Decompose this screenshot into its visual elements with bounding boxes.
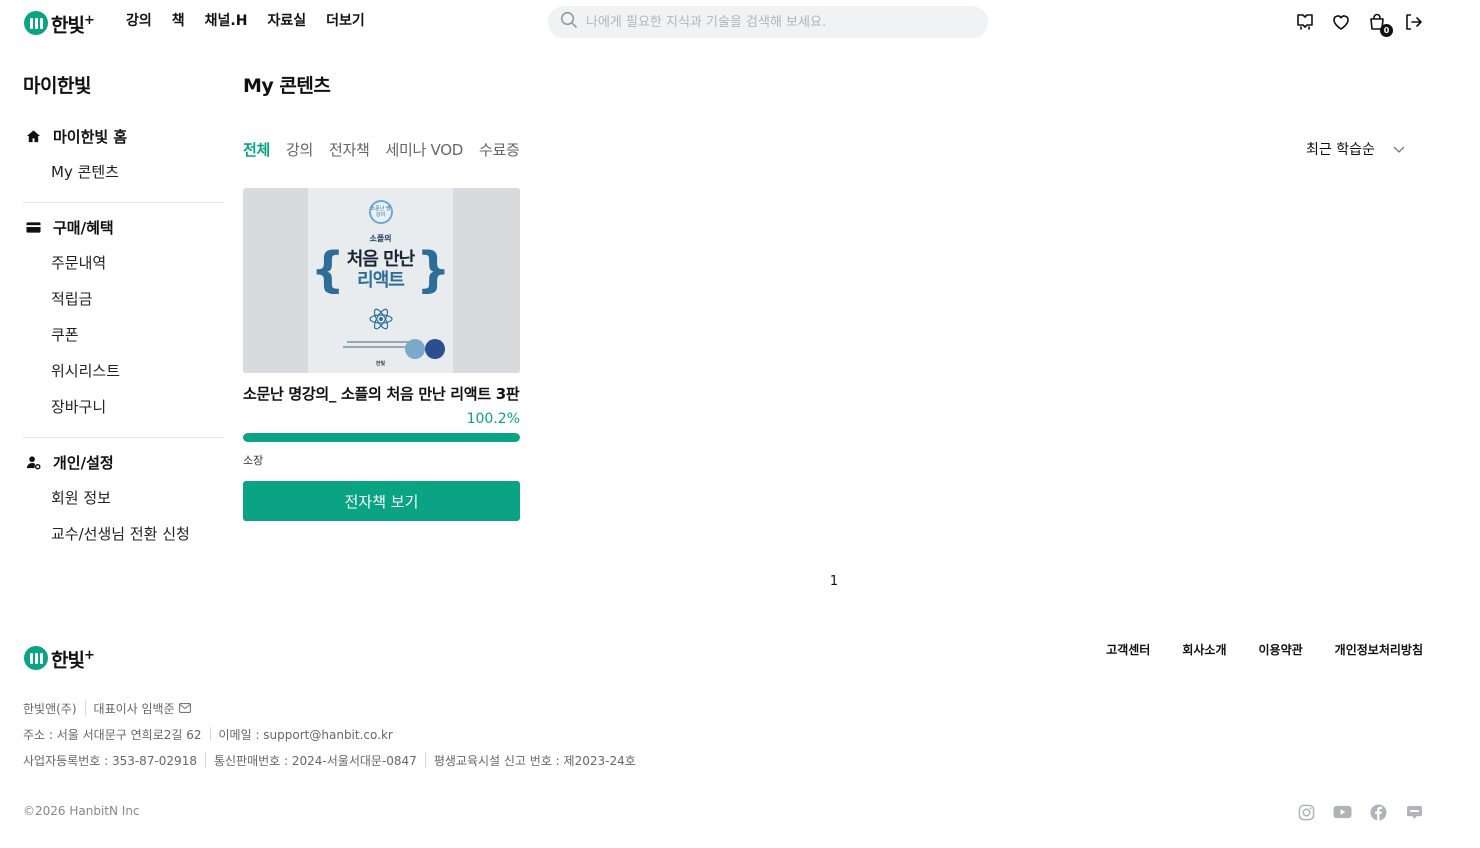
view-ebook-button[interactable]: 전자책 보기	[243, 481, 520, 521]
company-email: 이메일 : support@hanbit.co.kr	[218, 727, 393, 742]
sidebar-head-label: 개인/설정	[53, 453, 114, 472]
sidebar-head-label: 마이한빛 홈	[53, 127, 128, 146]
footer-link-privacy[interactable]: 개인정보처리방침	[1335, 640, 1423, 660]
logout-icon[interactable]	[1403, 12, 1423, 32]
progress-bar-fill	[243, 433, 520, 442]
chevron-down-icon	[1393, 138, 1405, 162]
blog-icon[interactable]	[1404, 802, 1424, 822]
instagram-icon[interactable]	[1296, 802, 1316, 822]
footer-link-company[interactable]: 회사소개	[1182, 640, 1226, 660]
cover-title-line1: 처음 만난	[346, 249, 416, 270]
search-bar[interactable]	[548, 6, 988, 38]
sort-dropdown[interactable]: 최근 학습순	[1306, 138, 1405, 162]
home-icon	[25, 128, 41, 144]
progress-bar	[243, 433, 520, 442]
company-address: 주소 : 서울 서대문구 연희로2길 62	[23, 727, 202, 742]
logo-text: 한빛+	[51, 13, 95, 37]
sidebar-item-teacher-request[interactable]: 교수/선생님 전환 신청	[23, 522, 223, 546]
sidebar-head-home[interactable]: 마이한빛 홈	[23, 124, 223, 148]
book-cover: 소문난 명강의 소플의 { 처음 만난 리액트 } 한빛	[308, 188, 453, 373]
cover-title-block: { 처음 만난 리액트 }	[311, 246, 451, 294]
content-tabs: 전체 강의 전자책 세미나 VOD 수료증	[243, 138, 520, 162]
mypage-sidebar: 마이한빛 마이한빛 홈 My 콘텐츠 구매/혜택 주문내역 적립금 쿠폰 위시리…	[23, 72, 223, 576]
my-learning-icon[interactable]	[1295, 12, 1315, 32]
nav-item-resources[interactable]: 자료실	[267, 11, 306, 31]
ownership-status: 소장	[243, 454, 264, 467]
sidebar-group-home: 마이한빛 홈 My 콘텐츠	[23, 124, 223, 203]
sort-label: 최근 학습순	[1306, 142, 1375, 158]
sidebar-group-settings: 개인/설정 회원 정보 교수/선생님 전환 신청	[23, 450, 223, 564]
mail-order-number: 통신판매번호 : 2024-서울서대문-0847	[213, 753, 417, 768]
tab-seminar-vod[interactable]: 세미나 VOD	[386, 138, 464, 162]
footer-logo-text: 한빛+	[51, 648, 95, 672]
footer-link-terms[interactable]: 이용약관	[1259, 640, 1303, 660]
search-icon[interactable]	[560, 11, 578, 33]
sidebar-item-cart[interactable]: 장바구니	[23, 395, 223, 419]
sidebar-title: 마이한빛	[23, 75, 91, 97]
content-card: 소문난 명강의 소플의 { 처음 만난 리액트 } 한빛 소문난 명강의_ 소플…	[243, 188, 520, 521]
top-header: 한빛+ 강의 책 채널.H 자료실 더보기 0	[0, 0, 1480, 44]
mail-icon[interactable]	[178, 703, 191, 713]
sidebar-item-wishlist[interactable]: 위시리스트	[23, 359, 223, 383]
user-gear-icon	[25, 454, 41, 470]
sidebar-item-coupons[interactable]: 쿠폰	[23, 323, 223, 347]
cover-badge: 소문난 명강의	[368, 200, 393, 224]
react-atom-icon	[368, 308, 394, 334]
sidebar-head-settings[interactable]: 개인/설정	[23, 450, 223, 474]
company-name: 한빛앤(주)	[23, 701, 77, 716]
page-title: My 콘텐츠	[243, 75, 331, 97]
cart-icon[interactable]: 0	[1367, 12, 1393, 37]
cover-title-lines: 처음 만난 리액트	[346, 249, 416, 291]
ceo-name: 대표이사 임백준	[93, 701, 175, 716]
footer-links: 고객센터 회사소개 이용약관 개인정보처리방침	[1106, 640, 1423, 660]
copyright: ©2026 HanbitN Inc	[23, 804, 140, 818]
business-number: 사업자등록번호 : 353-87-02918	[23, 753, 197, 768]
tab-certificates[interactable]: 수료증	[479, 138, 520, 162]
cover-title-line2: 리액트	[357, 270, 405, 291]
book-title[interactable]: 소문난 명강의_ 소플의 처음 만난 리액트 3판	[243, 382, 520, 406]
tab-all[interactable]: 전체	[243, 138, 270, 162]
footer-link-customer-center[interactable]: 고객센터	[1106, 640, 1150, 660]
main-nav: 강의 책 채널.H 자료실 더보기	[126, 11, 365, 31]
search-input[interactable]	[586, 14, 966, 30]
logo-mark-icon	[24, 11, 48, 36]
cover-sticker-2-icon	[425, 339, 445, 359]
sidebar-head-label: 구매/혜택	[53, 218, 114, 237]
card-icon	[25, 219, 41, 235]
nav-item-books[interactable]: 책	[172, 11, 185, 31]
footer-company-info: 한빛앤(주) 대표이사 임백준 주소 : 서울 서대문구 연희로2길 62 이메…	[23, 698, 636, 776]
tab-ebooks[interactable]: 전자책	[329, 138, 370, 162]
education-facility-number: 평생교육시설 신고 번호 : 제2023-24호	[433, 753, 636, 768]
facebook-icon[interactable]	[1368, 802, 1388, 822]
sidebar-group-purchase: 구매/혜택 주문내역 적립금 쿠폰 위시리스트 장바구니	[23, 215, 223, 438]
nav-item-channel-h[interactable]: 채널.H	[205, 11, 248, 31]
youtube-icon[interactable]	[1332, 802, 1352, 822]
cover-subtitle: 소플의	[369, 234, 392, 243]
right-brace-decoration: }	[416, 242, 451, 298]
book-thumbnail[interactable]: 소문난 명강의 소플의 { 처음 만난 리액트 } 한빛	[243, 188, 520, 373]
sidebar-item-member-info[interactable]: 회원 정보	[23, 486, 223, 510]
nav-item-more[interactable]: 더보기	[326, 11, 365, 31]
footer-logo[interactable]: 한빛+	[24, 644, 95, 672]
social-links	[1296, 802, 1424, 822]
logo-mark-icon	[24, 646, 48, 671]
left-brace-decoration: {	[310, 242, 345, 298]
sidebar-item-orders[interactable]: 주문내역	[23, 251, 223, 275]
hanbit-logo[interactable]: 한빛+	[24, 9, 95, 37]
pagination-page-1[interactable]: 1	[826, 572, 842, 592]
cover-publisher: 한빛	[375, 361, 386, 367]
sidebar-item-points[interactable]: 적립금	[23, 287, 223, 311]
nav-item-lectures[interactable]: 강의	[126, 11, 152, 31]
header-actions: 0	[1295, 12, 1423, 37]
cart-count-badge: 0	[1380, 24, 1393, 37]
sidebar-head-purchase[interactable]: 구매/혜택	[23, 215, 223, 239]
wishlist-heart-icon[interactable]	[1331, 12, 1351, 32]
tab-lectures[interactable]: 강의	[286, 138, 313, 162]
cover-sticker-1-icon	[405, 339, 425, 359]
sidebar-item-my-contents[interactable]: My 콘텐츠	[23, 160, 223, 184]
progress-percent: 100.2%	[466, 411, 520, 427]
